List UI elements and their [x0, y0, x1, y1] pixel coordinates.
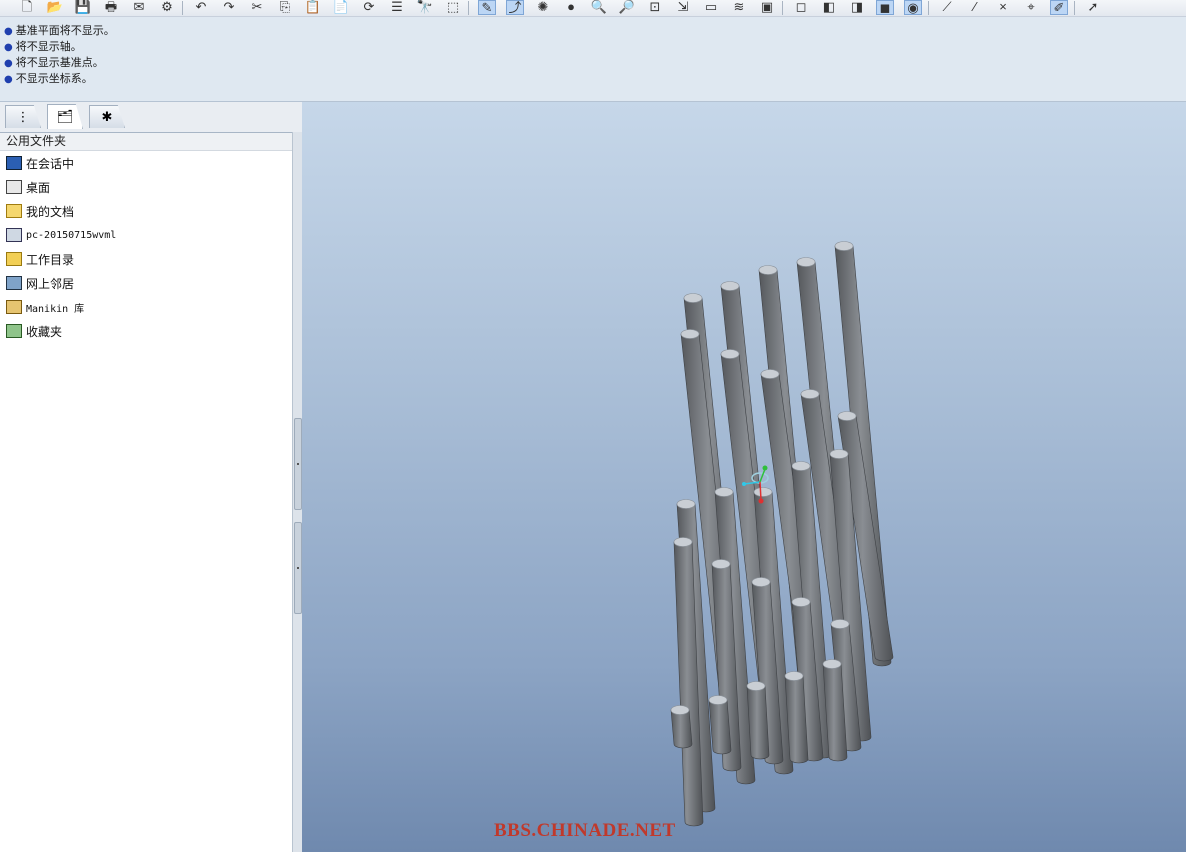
folder-item[interactable]: 工作目录	[6, 249, 74, 269]
copy-icon[interactable]: ⎘	[276, 0, 294, 15]
folder-item-label: 网上邻居	[26, 276, 75, 291]
toolbar-separator	[468, 1, 469, 15]
datum-points-icon[interactable]: ×	[994, 0, 1012, 15]
folder-item-label: pc-20150715wvml	[26, 229, 117, 241]
toolbar-separator	[1074, 1, 1075, 15]
message-text: 不显示坐标系。	[15, 72, 93, 85]
bullet-icon: ●	[4, 58, 13, 69]
manikin-library-icon	[6, 300, 22, 314]
folder-item[interactable]: 网上邻居	[6, 273, 74, 293]
hidden-line-icon[interactable]: ◧	[820, 0, 838, 15]
saved-view-icon[interactable]: ▭	[702, 0, 720, 15]
refit-icon[interactable]: ⊡	[646, 0, 664, 15]
working-directory-icon	[6, 252, 22, 266]
regenerate-manager-icon[interactable]: ☰	[388, 0, 406, 15]
shading-icon[interactable]: ●	[562, 0, 580, 15]
toolbar-separator	[782, 1, 783, 15]
view-manager-icon[interactable]: ▣	[758, 0, 776, 15]
folder-item-label: 工作目录	[26, 252, 75, 267]
message-line: ● 不显示坐标系。	[4, 71, 93, 87]
folder-item-label: 我的文档	[26, 204, 75, 219]
toolbar-separator	[928, 1, 929, 15]
message-text: 基准平面将不显示。	[15, 24, 115, 37]
splitter-grip[interactable]	[294, 522, 302, 614]
annotation-icon[interactable]: ✐	[1050, 0, 1068, 15]
folder-browser-icon: 🗂	[56, 109, 74, 124]
folder-header: 公用文件夹	[0, 133, 292, 151]
message-line: ● 将不显示基准点。	[4, 55, 104, 71]
zoom-out-icon[interactable]: 🔎	[618, 0, 636, 15]
paste-icon[interactable]: 📋	[304, 0, 322, 15]
print-icon[interactable]: 🖶	[102, 0, 120, 15]
redo-icon[interactable]: ↷	[220, 0, 238, 15]
message-line: ● 基准平面将不显示。	[4, 23, 115, 39]
save-icon[interactable]: 💾	[74, 0, 92, 15]
favorites-icon	[6, 324, 22, 338]
open-file-icon[interactable]: 📂	[46, 0, 64, 15]
reorient-icon[interactable]: ⇲	[674, 0, 692, 15]
cut-icon[interactable]: ✂	[248, 0, 266, 15]
navigator-tabs: ⋮ 🗂 ✱	[0, 102, 302, 130]
mail-merge-icon[interactable]: ⚙	[158, 0, 176, 15]
layers-icon[interactable]: ≋	[730, 0, 748, 15]
select-arrow-icon[interactable]: ➚	[1084, 0, 1102, 15]
in-session-icon	[6, 156, 22, 170]
folder-item-label: 桌面	[26, 180, 51, 195]
bullet-icon: ●	[4, 42, 13, 53]
coordinate-systems-icon[interactable]: ⌖	[1022, 0, 1040, 15]
network-icon	[6, 276, 22, 290]
bullet-icon: ●	[4, 74, 13, 85]
bullet-icon: ●	[4, 26, 13, 37]
message-text: 将不显示基准点。	[15, 56, 104, 69]
regenerate-icon[interactable]: ⟳	[360, 0, 378, 15]
folder-item[interactable]: 桌面	[6, 177, 50, 197]
cylinder	[746, 681, 770, 760]
datum-planes-icon[interactable]: ⟋	[938, 0, 956, 15]
cylinder	[670, 705, 693, 749]
select-box-icon[interactable]: ⬚	[444, 0, 462, 15]
folder-item[interactable]: 收藏夹	[6, 321, 62, 341]
folder-item-label: Manikin 库	[26, 303, 85, 315]
shaded-icon[interactable]: ◼	[876, 0, 894, 15]
wireframe-icon[interactable]: ◻	[792, 0, 810, 15]
toolbar-separator	[182, 1, 183, 15]
tab-folder-browser[interactable]: 🗂	[47, 104, 83, 129]
find-icon[interactable]: 🔭	[416, 0, 434, 15]
splitter-grip[interactable]	[294, 418, 302, 510]
favorites-icon: ✱	[101, 109, 113, 124]
paste-special-icon[interactable]: 📄	[332, 0, 350, 15]
folder-item-label: 收藏夹	[26, 324, 63, 339]
folder-item[interactable]: Manikin 库	[6, 297, 84, 317]
send-mail-icon[interactable]: ✉	[130, 0, 148, 15]
model-tree-icon: ⋮	[16, 109, 30, 124]
message-text: 将不显示轴。	[15, 40, 82, 53]
my-documents-icon	[6, 204, 22, 218]
folder-item[interactable]: pc-20150715wvml	[6, 225, 116, 245]
datum-axes-icon[interactable]: ⁄	[966, 0, 984, 15]
desktop-icon	[6, 180, 22, 194]
datum-display-icon[interactable]: ⤴	[506, 0, 524, 15]
tab-model-tree[interactable]: ⋮	[5, 105, 41, 128]
no-hidden-icon[interactable]: ◨	[848, 0, 866, 15]
graphics-window[interactable]: BBS.CHINADE.NET	[302, 102, 1186, 852]
folder-item[interactable]: 我的文档	[6, 201, 74, 221]
main-toolbar: 🗋 📂 💾 🖶 ✉ ⚙ ↶ ↷ ✂ ⎘ 📋 📄 ⟳ ☰ 🔭 ⬚ ✎ ⤴ ✺ ● 🔍 🔎 ⊡ ⇲ ▭ ≋ ▣ ◻ ◧ ◨ ◼ ◉ ⟋ ⁄ × ⌖ ✐ ➚	[0, 0, 1186, 17]
folder-browser-pane: 公用文件夹 在会话中桌面我的文档 pc-20150715wvml 工作目录网上邻居 M…	[0, 132, 292, 853]
spin-center-icon[interactable]: ✺	[534, 0, 552, 15]
folder-item[interactable]: 在会话中	[6, 153, 74, 173]
sketch-icon[interactable]: ✎	[478, 0, 496, 15]
message-line: ● 将不显示轴。	[4, 39, 82, 55]
tab-favorites[interactable]: ✱	[89, 105, 125, 128]
navigator-panel: ⋮ 🗂 ✱ 公用文件夹 在会话中桌面我的文档 pc-20150715wvml 工作目录网…	[0, 102, 303, 853]
enhanced-realism-icon[interactable]: ◉	[904, 0, 922, 15]
watermark-text: BBS.CHINADE.NET	[494, 820, 676, 841]
message-area: ● 基准平面将不显示。 ● 将不显示轴。 ● 将不显示基准点。 ● 不显示坐标系。	[0, 17, 1186, 102]
zoom-in-icon[interactable]: 🔍	[590, 0, 608, 15]
undo-icon[interactable]: ↶	[192, 0, 210, 15]
new-file-icon[interactable]: 🗋	[18, 0, 36, 15]
folder-item-label: 在会话中	[26, 156, 75, 171]
model-render[interactable]	[302, 102, 1186, 852]
computer-icon	[6, 228, 22, 242]
